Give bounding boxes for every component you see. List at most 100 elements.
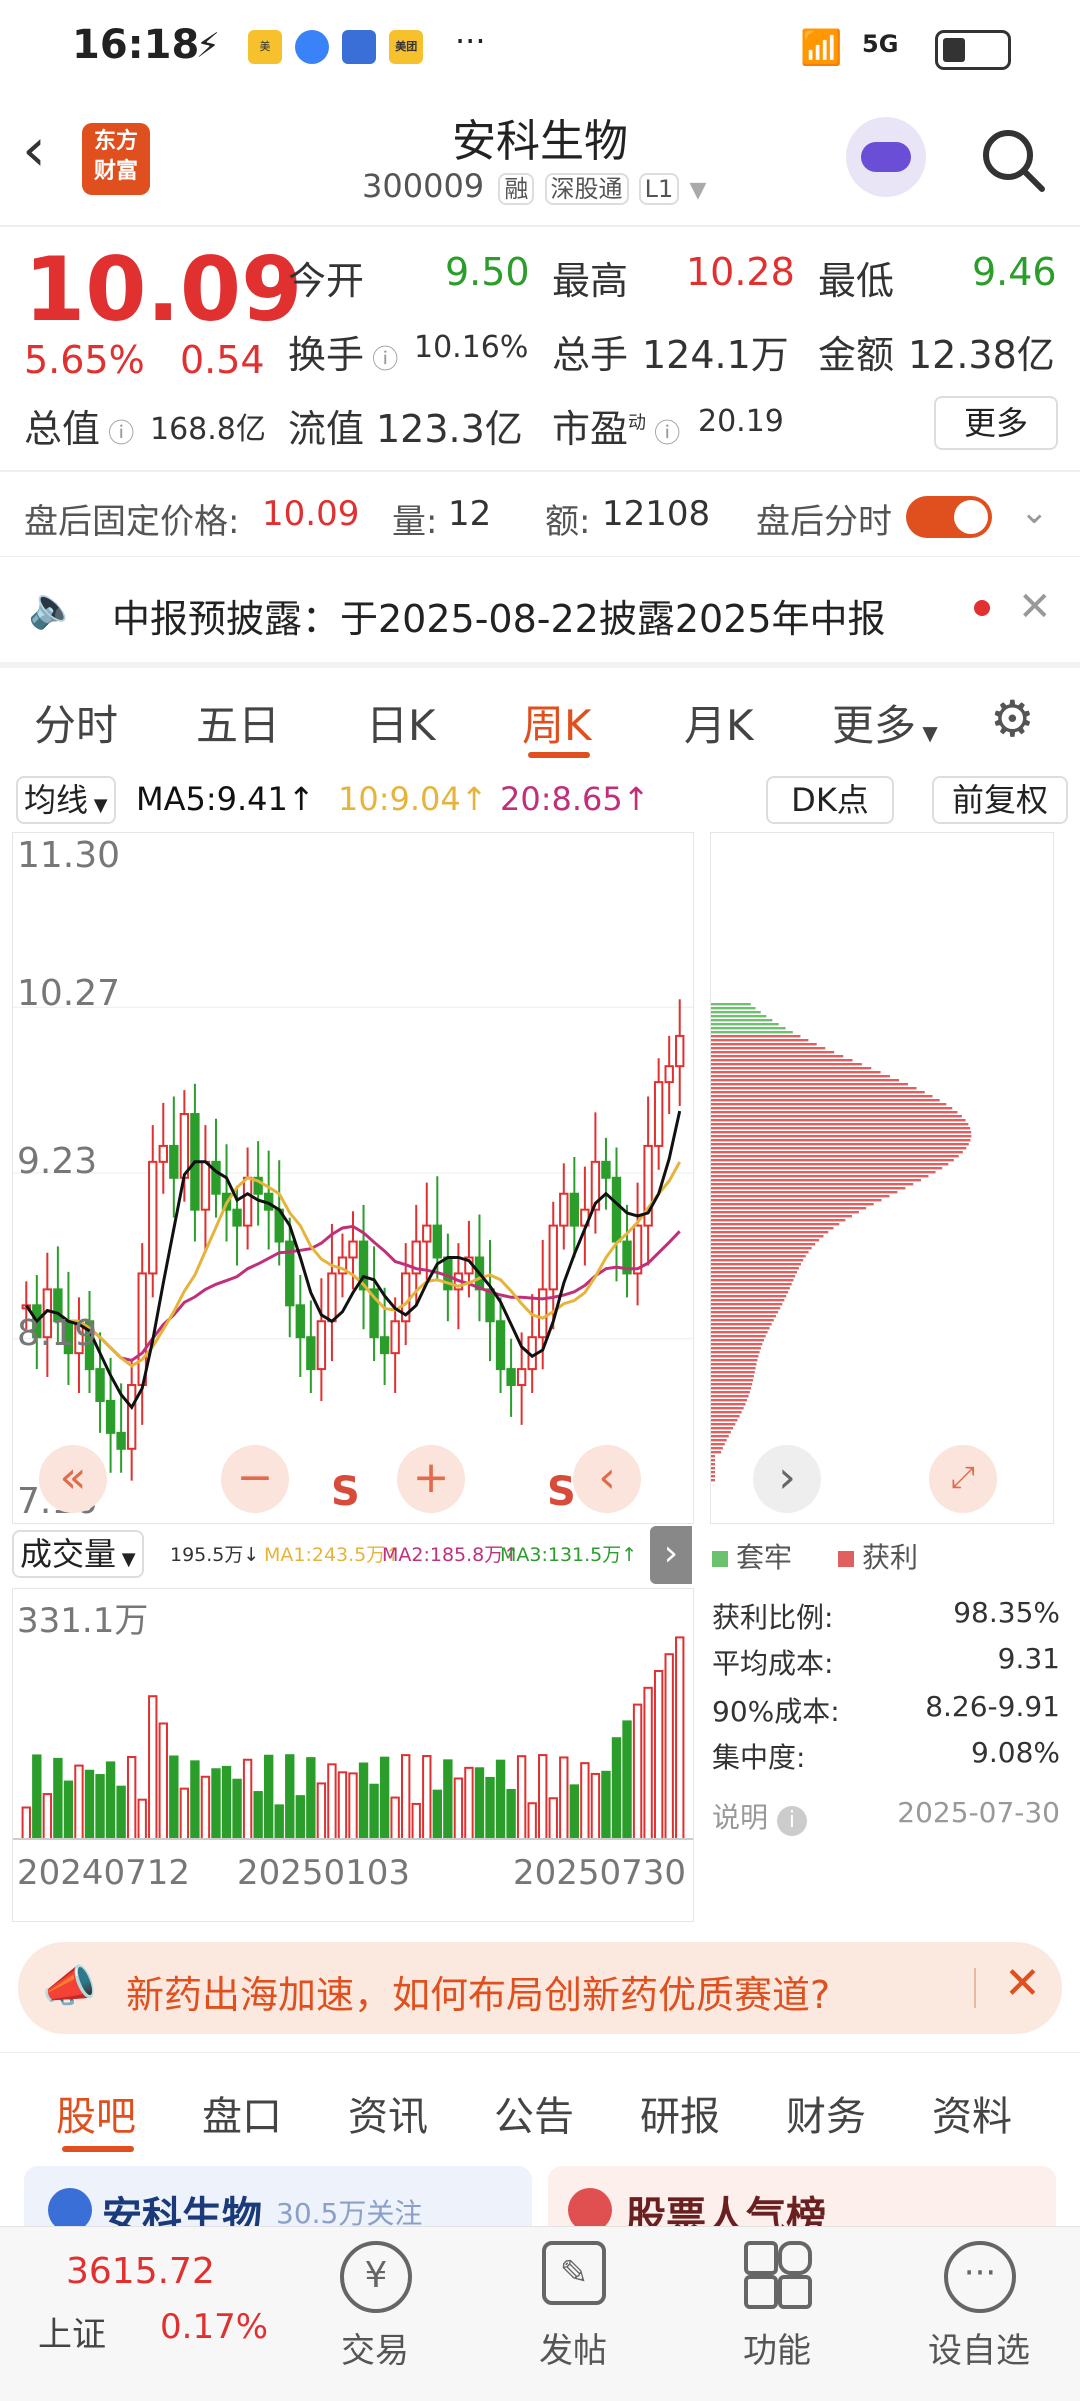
chip-note[interactable]: 说明 i: [712, 1796, 807, 1836]
tag-connect: 深股通: [544, 173, 629, 205]
after-hours-toggle[interactable]: [906, 496, 992, 538]
zoom-in-button[interactable]: +: [397, 1445, 465, 1513]
chip-bar: [711, 1359, 758, 1362]
ma-selector[interactable]: 均线 ▼: [16, 776, 116, 824]
volume-bar: [601, 1770, 611, 1840]
chip-bar: [711, 1071, 881, 1074]
chip-bar: [711, 1435, 729, 1438]
volume-bar: [211, 1768, 221, 1840]
chip-bar: [711, 1175, 929, 1178]
popularity-card[interactable]: 股票人气榜: [548, 2166, 1056, 2226]
shield-app-icon: [342, 30, 377, 64]
meituan-icon: 美团: [389, 30, 424, 64]
current-price: 10.09: [24, 238, 303, 341]
chip-bar: [711, 1011, 761, 1014]
dk-button[interactable]: DK点: [766, 776, 894, 824]
chip-bar: [711, 1343, 763, 1346]
banner-close-icon[interactable]: ✕: [1004, 1958, 1041, 2009]
close-icon[interactable]: ✕: [1018, 584, 1052, 630]
ma5-value: MA5:9.41↑: [136, 780, 315, 818]
chip-bar: [711, 1375, 754, 1378]
notice-bar[interactable]: 🔈 中报预披露：于2025-08-22披露2025年中报 ✕: [0, 562, 1080, 662]
date-axis-label: 20250103: [237, 1853, 411, 1893]
search-icon[interactable]: [978, 125, 1048, 199]
tab-five-day[interactable]: 五日: [196, 692, 280, 753]
chip-bar: [711, 1455, 715, 1458]
volume-bar: [422, 1755, 432, 1841]
tab-announcement[interactable]: 公告: [494, 2084, 574, 2142]
chip-bar: [711, 1355, 759, 1358]
tab-guba[interactable]: 股吧: [56, 2084, 136, 2142]
chip-bar: [711, 1275, 796, 1278]
candle-body: [327, 1272, 337, 1323]
tab-monthly-k[interactable]: 月K: [684, 692, 754, 753]
nav-trade[interactable]: 交易: [310, 2323, 440, 2372]
chip-bar: [711, 1387, 752, 1390]
chip-bar: [711, 1299, 785, 1302]
zoom-out-button[interactable]: −: [221, 1445, 289, 1513]
chip-bar: [711, 1139, 971, 1142]
volume-bar: [559, 1756, 569, 1840]
candle-body: [211, 1160, 221, 1195]
nav-post[interactable]: 发帖: [508, 2323, 638, 2372]
chip-bar: [711, 1211, 859, 1214]
chip-bar: [711, 1423, 736, 1426]
volume-selector[interactable]: 成交量 ▼: [12, 1530, 144, 1578]
bottom-tabs-divider: [0, 2052, 1080, 2053]
expand-volume-button[interactable]: ›: [650, 1526, 692, 1584]
low-label: 最低: [818, 259, 895, 303]
kline-chart[interactable]: 11.30 10.27 9.23 8.19 7.16 « − S + S ‹: [12, 832, 694, 1524]
chip-bar: [711, 1047, 826, 1050]
volume-bar: [232, 1778, 242, 1840]
scroll-left-button[interactable]: ‹: [573, 1445, 641, 1513]
volume-bar: [569, 1784, 580, 1841]
tab-intraday[interactable]: 分时: [34, 692, 118, 753]
tab-finance[interactable]: 财务: [786, 2084, 866, 2142]
volume-chart[interactable]: 331.1万 20240712 20250103 20250730: [12, 1588, 694, 1922]
volume-bar: [63, 1780, 74, 1841]
expand-chevron-icon[interactable]: ⌄: [1020, 492, 1049, 532]
nav-function[interactable]: 功能: [712, 2323, 842, 2372]
volume-bar: [379, 1756, 390, 1840]
gear-icon[interactable]: ⚙: [990, 690, 1035, 748]
candle-body: [95, 1368, 105, 1402]
tab-more[interactable]: 更多 ▼: [832, 692, 938, 753]
chip-bar: [711, 1015, 767, 1018]
chip-bar: [711, 1467, 715, 1470]
network-label: 5G: [862, 30, 899, 58]
index-name[interactable]: 上证: [38, 2307, 106, 2356]
tab-news[interactable]: 资讯: [348, 2084, 428, 2142]
tab-pankou[interactable]: 盘口: [202, 2084, 282, 2142]
trade-icon[interactable]: ¥: [340, 2241, 412, 2313]
chip-bar: [711, 1431, 731, 1434]
expand-icon[interactable]: ⤢: [929, 1445, 997, 1513]
tab-daily-k[interactable]: 日K: [366, 692, 436, 753]
chip-bar: [711, 1339, 764, 1342]
period-tabs: 分时 五日 日K 周K 月K 更多 ▼ ⚙: [0, 672, 1080, 764]
nav-add-watchlist[interactable]: 设自选: [914, 2323, 1044, 2372]
volume-bar: [274, 1804, 284, 1840]
chip-bar: [711, 1439, 727, 1442]
tab-weekly-k[interactable]: 周K: [522, 692, 592, 753]
open-label: 今开: [288, 259, 365, 303]
adjust-button[interactable]: 前复权: [932, 776, 1068, 824]
volume-bar: [74, 1764, 84, 1840]
grid-icon[interactable]: [744, 2241, 812, 2309]
chip-bar: [711, 1335, 766, 1338]
content-tabs: 股吧 盘口 资讯 公告 研报 财务 资料: [0, 2060, 1080, 2160]
scroll-left-fast-button[interactable]: «: [39, 1445, 107, 1513]
assistant-avatar[interactable]: [846, 117, 926, 197]
chip-bar: [711, 1119, 966, 1122]
promo-banner[interactable]: 📣 新药出海加速，如何布局创新药优质赛道? ✕: [18, 1942, 1062, 2034]
mcap-value: 168.8亿: [150, 412, 266, 447]
tab-research[interactable]: 研报: [640, 2084, 720, 2142]
more-dots-icon[interactable]: ···: [944, 2241, 1016, 2313]
next-button[interactable]: ›: [753, 1445, 821, 1513]
stock-bar-card[interactable]: 安科生物 30.5万关注: [24, 2166, 532, 2226]
stock-code-row[interactable]: 300009 融 深股通 L1 ▼: [362, 167, 706, 205]
chip-bar: [711, 1307, 781, 1310]
more-button[interactable]: 更多: [934, 396, 1058, 450]
pencil-icon[interactable]: ✎: [542, 2241, 606, 2305]
float-value: 123.3亿: [376, 407, 523, 451]
tab-profile[interactable]: 资料: [932, 2084, 1012, 2142]
